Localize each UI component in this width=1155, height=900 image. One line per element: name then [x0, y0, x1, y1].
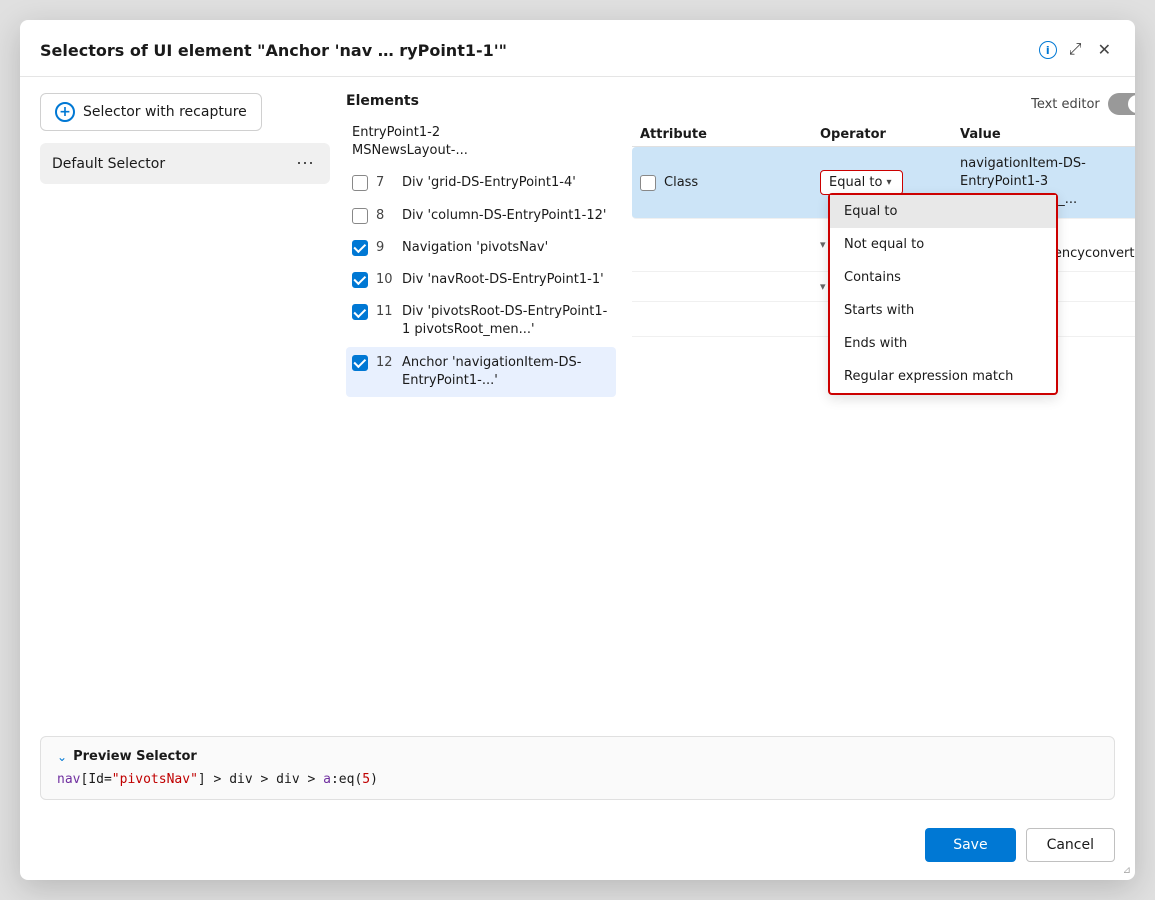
elements-list: EntryPoint1-2 MSNewsLayout-... 7 Div 'grid… [346, 117, 616, 397]
code-part: ) [370, 772, 378, 787]
element-number: 11 [376, 304, 394, 319]
code-part: "pivotsNav" [112, 772, 198, 787]
attr-label-class: Class [664, 175, 698, 190]
dropdown-item[interactable]: Not equal to [830, 228, 1056, 261]
left-panel: + Selector with recapture Default Select… [40, 93, 330, 704]
preview-title-row: ⌄ Preview Selector [57, 749, 1098, 764]
dropdown-item[interactable]: Ends with [830, 327, 1056, 360]
code-part: = [104, 772, 112, 787]
dropdown-item[interactable]: Equal to [830, 195, 1056, 228]
attr-cell-class: Class [640, 174, 820, 191]
elements-panel-title: Elements [346, 93, 616, 117]
text-editor-label: Text editor [1031, 97, 1100, 112]
element-checkbox[interactable] [352, 272, 368, 288]
code-part: > [206, 772, 229, 787]
dialog-header: Selectors of UI element "Anchor 'nav … r… [20, 20, 1135, 77]
element-item[interactable]: 7 Div 'grid-DS-EntryPoint1-4' [346, 167, 616, 199]
element-checkbox[interactable] [352, 304, 368, 320]
element-label: Div 'pivotsRoot-DS-EntryPoint1-1 pivotsR… [402, 303, 610, 339]
code-part: ] [198, 772, 206, 787]
main-dialog: Selectors of UI element "Anchor 'nav … r… [20, 20, 1135, 880]
dialog-title: Selectors of UI element "Anchor 'nav … r… [40, 41, 1031, 60]
element-label: Div 'grid-DS-EntryPoint1-4' [402, 174, 576, 192]
add-selector-label: Selector with recapture [83, 104, 247, 120]
code-part: Id [88, 772, 104, 787]
cancel-button[interactable]: Cancel [1026, 828, 1115, 862]
chevron-icon-href[interactable]: ▾ [820, 238, 826, 251]
code-part: a [323, 772, 331, 787]
operator-dropdown-class[interactable]: Equal to ▾ [820, 170, 903, 195]
code-part: nav [57, 772, 80, 787]
save-button[interactable]: Save [925, 828, 1015, 862]
element-checkbox[interactable] [352, 208, 368, 224]
element-checkbox[interactable] [352, 240, 368, 256]
text-editor-toggle[interactable] [1108, 93, 1135, 115]
add-selector-button[interactable]: + Selector with recapture [40, 93, 262, 131]
dropdown-item[interactable]: Contains [830, 261, 1056, 294]
element-label: EntryPoint1-2 MSNewsLayout-... [352, 124, 468, 160]
element-item[interactable]: 11 Div 'pivotsRoot-DS-EntryPoint1-1 pivot… [346, 296, 616, 346]
attr-col-header: Attribute [640, 127, 820, 142]
info-icon[interactable]: i [1039, 41, 1057, 59]
element-item[interactable]: 12 Anchor 'navigationItem-DS-EntryPoint1-… [346, 347, 616, 397]
element-item[interactable]: 8 Div 'column-DS-EntryPoint1-12' [346, 200, 616, 232]
selector-item-label: Default Selector [52, 156, 165, 172]
code-part: div [276, 772, 299, 787]
operator-col-header: Operator [820, 127, 960, 142]
code-part: > [300, 772, 323, 787]
preview-chevron-icon[interactable]: ⌄ [57, 750, 67, 764]
element-label: Div 'column-DS-EntryPoint1-12' [402, 207, 606, 225]
chevron-down-icon: ▾ [886, 177, 891, 188]
code-part: 5 [362, 772, 370, 787]
chevron-icon-3[interactable]: ▾ [820, 280, 826, 293]
element-label: Navigation 'pivotsNav' [402, 239, 548, 257]
element-number: 8 [376, 208, 394, 223]
header-actions: ⤢ ✕ [1065, 36, 1115, 64]
attr-checkbox-class[interactable] [640, 175, 656, 191]
value-col-header: Value [960, 127, 1135, 142]
code-part: > [253, 772, 276, 787]
selector-options-button[interactable]: ⋯ [292, 151, 318, 176]
operator-cell-class: Equal to ▾ [820, 170, 960, 195]
right-panel: Text editor Attribute Operator Value Cla… [632, 93, 1135, 704]
element-number: 7 [376, 175, 394, 190]
code-part: :eq( [331, 772, 362, 787]
element-number: 12 [376, 355, 394, 370]
element-number: 10 [376, 272, 394, 287]
close-button[interactable]: ✕ [1094, 36, 1115, 64]
resize-handle[interactable]: ⊿ [1123, 865, 1131, 876]
element-checkbox[interactable] [352, 355, 368, 371]
middle-panel: Elements EntryPoint1-2 MSNewsLayout-... 7… [346, 93, 616, 704]
operator-value-class: Equal to [829, 175, 882, 190]
dropdown-item[interactable]: Regular expression match [830, 360, 1056, 393]
dialog-body: + Selector with recapture Default Select… [20, 77, 1135, 720]
text-editor-row: Text editor [632, 93, 1135, 123]
preview-title: Preview Selector [73, 749, 197, 764]
element-checkbox[interactable] [352, 175, 368, 191]
preview-code: nav[Id="pivotsNav"] > div > div > a:eq(5… [57, 772, 1098, 787]
dialog-footer: Save Cancel [20, 816, 1135, 880]
code-part: div [229, 772, 252, 787]
operator-dropdown-menu: Equal toNot equal toContainsStarts withE… [828, 193, 1058, 395]
default-selector-item[interactable]: Default Selector ⋯ [40, 143, 330, 184]
element-item[interactable]: 10 Div 'navRoot-DS-EntryPoint1-1' [346, 264, 616, 296]
attr-table-header: Attribute Operator Value [632, 123, 1135, 147]
preview-section: ⌄ Preview Selector nav[Id="pivotsNav"] >… [40, 736, 1115, 800]
element-item[interactable]: EntryPoint1-2 MSNewsLayout-... [346, 117, 616, 167]
element-item[interactable]: 9 Navigation 'pivotsNav' [346, 232, 616, 264]
element-label: Div 'navRoot-DS-EntryPoint1-1' [402, 271, 604, 289]
plus-circle-icon: + [55, 102, 75, 122]
expand-button[interactable]: ⤢ [1065, 37, 1086, 63]
dropdown-item[interactable]: Starts with [830, 294, 1056, 327]
element-label: Anchor 'navigationItem-DS-EntryPoint1-..… [402, 354, 610, 390]
element-number: 9 [376, 240, 394, 255]
